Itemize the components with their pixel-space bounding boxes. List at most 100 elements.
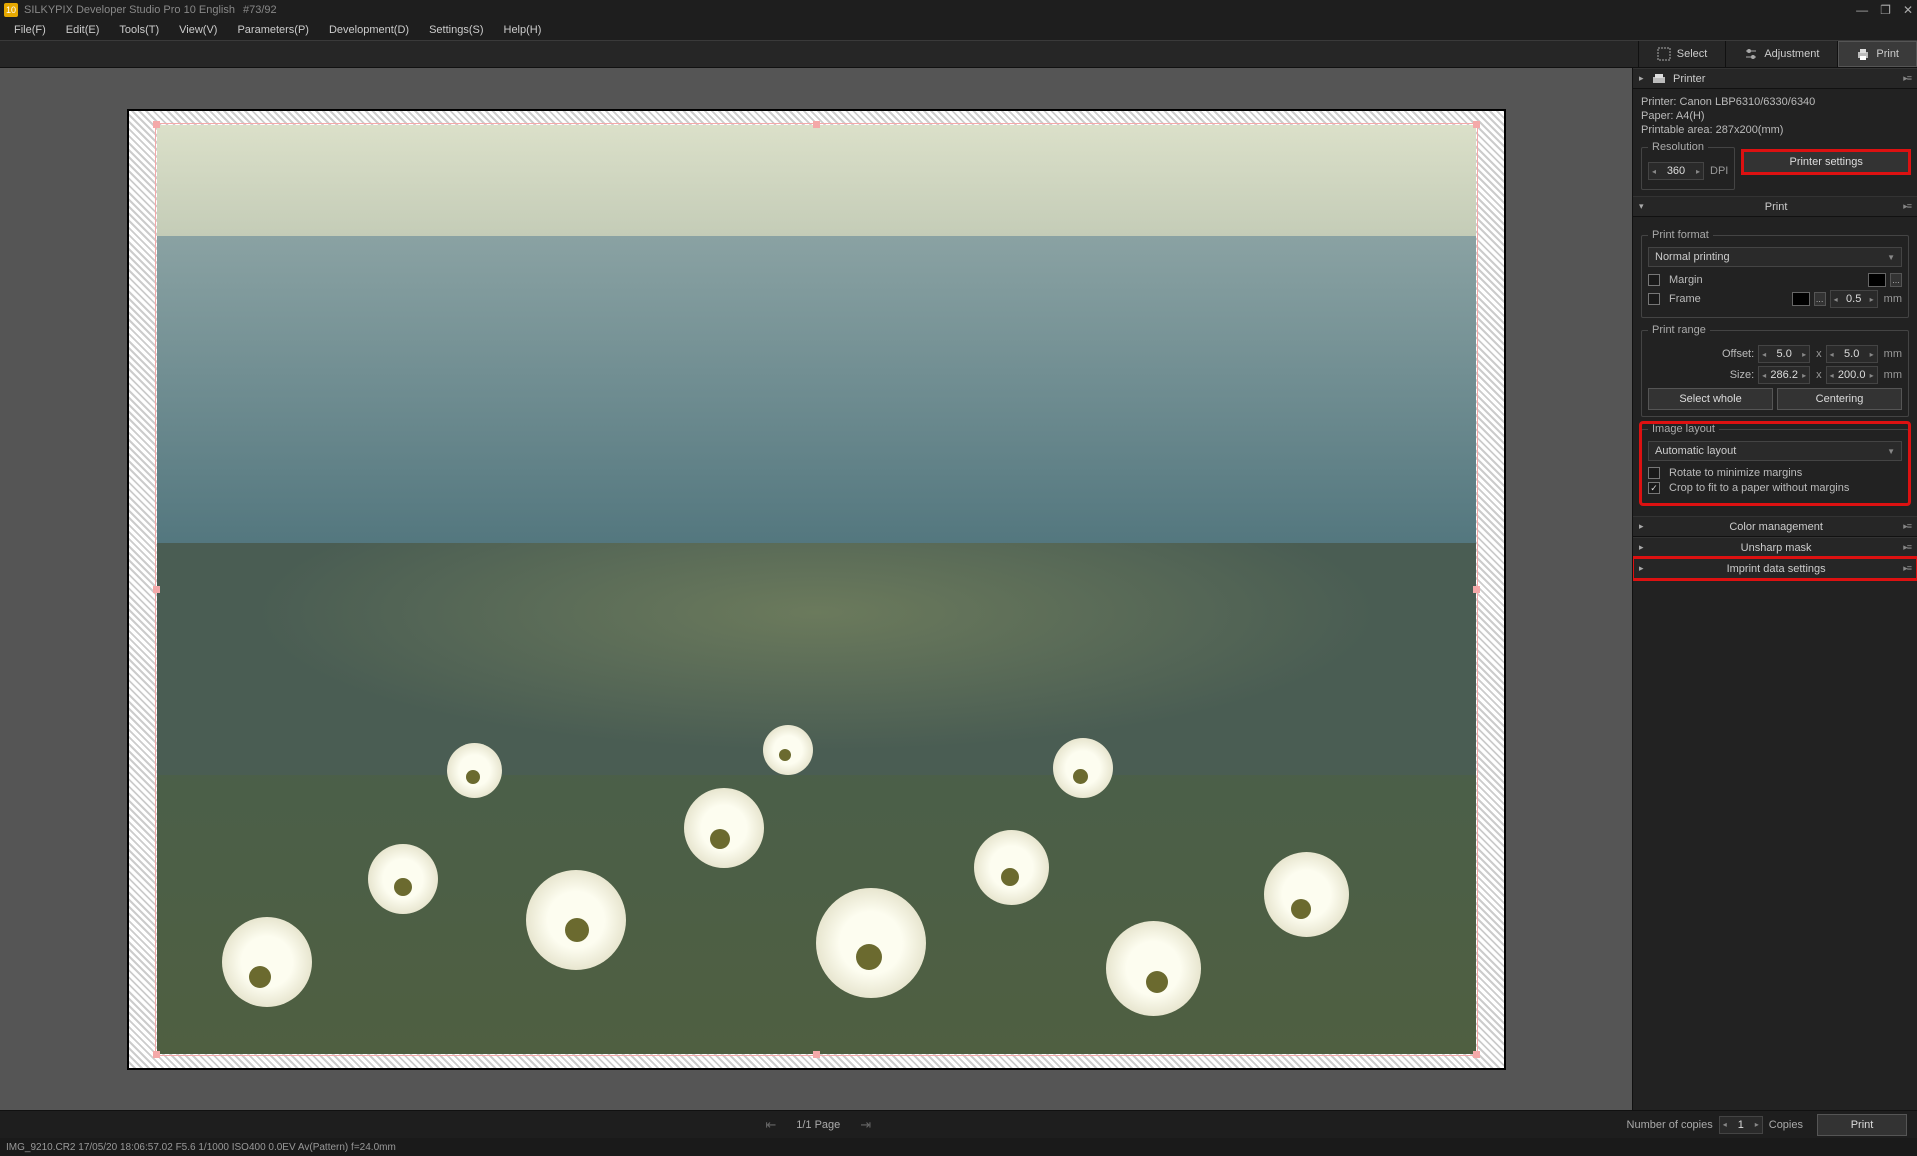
menu-development[interactable]: Development(D) <box>319 22 419 38</box>
offset-x-value[interactable]: 5.0 <box>1769 348 1799 360</box>
offset-unit: mm <box>1884 348 1902 360</box>
printer-paper: Paper: A4(H) <box>1641 109 1909 123</box>
section-imprint-label: Imprint data settings <box>1649 563 1903 575</box>
size-w-spinner[interactable]: ◂286.2▸ <box>1758 366 1810 384</box>
section-menu-icon[interactable]: ▸≡ <box>1903 542 1911 553</box>
section-menu-icon[interactable]: ▸≡ <box>1903 521 1911 532</box>
resolution-spinner[interactable]: ◂ 360 ▸ <box>1648 162 1704 180</box>
spinner-down-icon[interactable]: ◂ <box>1759 350 1769 359</box>
rotate-checkbox[interactable] <box>1648 467 1660 479</box>
window-minimize-icon[interactable]: — <box>1856 3 1868 17</box>
spinner-down-icon[interactable]: ◂ <box>1827 350 1837 359</box>
tab-print[interactable]: Print <box>1837 41 1917 67</box>
printer-icon <box>1856 47 1870 61</box>
print-button-label: Print <box>1851 1119 1874 1131</box>
chevron-down-icon: ▼ <box>1887 447 1895 456</box>
print-button[interactable]: Print <box>1817 1114 1907 1136</box>
menu-file[interactable]: File(F) <box>4 22 56 38</box>
pager-bar: ⇤ 1/1 Page ⇥ Number of copies ◂ 1 ▸ Copi… <box>0 1110 1917 1138</box>
prev-page-icon[interactable]: ⇤ <box>765 1117 776 1133</box>
rotate-label: Rotate to minimize margins <box>1669 467 1802 479</box>
print-preview-area[interactable] <box>0 68 1632 1110</box>
sliders-icon <box>1744 47 1758 61</box>
centering-button[interactable]: Centering <box>1777 388 1902 410</box>
section-printer-label: Printer <box>1673 73 1903 85</box>
menu-parameters[interactable]: Parameters(P) <box>227 22 319 38</box>
spinner-down-icon[interactable]: ◂ <box>1720 1120 1730 1129</box>
size-w-value[interactable]: 286.2 <box>1769 369 1799 381</box>
spinner-up-icon[interactable]: ▸ <box>1867 371 1877 380</box>
section-menu-icon[interactable]: ▸≡ <box>1903 73 1911 84</box>
offset-dim-x: x <box>1816 348 1822 360</box>
spinner-down-icon[interactable]: ◂ <box>1759 371 1769 380</box>
menu-view[interactable]: View(V) <box>169 22 227 38</box>
frame-unit: mm <box>1884 293 1902 305</box>
section-printer-header[interactable]: ▸ Printer ▸≡ <box>1633 68 1917 89</box>
offset-y-spinner[interactable]: ◂5.0▸ <box>1826 345 1878 363</box>
tab-adjustment[interactable]: Adjustment <box>1725 41 1837 67</box>
spinner-up-icon[interactable]: ▸ <box>1867 350 1877 359</box>
spinner-up-icon[interactable]: ▸ <box>1867 295 1877 304</box>
crop-checkbox[interactable] <box>1648 482 1660 494</box>
spinner-down-icon[interactable]: ◂ <box>1827 371 1837 380</box>
spinner-up-icon[interactable]: ▸ <box>1693 167 1703 176</box>
status-bar: IMG_9210.CR2 17/05/20 18:06:57.02 F5.6 1… <box>0 1138 1917 1156</box>
menu-help[interactable]: Help(H) <box>494 22 552 38</box>
spinner-down-icon[interactable]: ◂ <box>1649 167 1659 176</box>
section-print-header[interactable]: ▾ Print ▸≡ <box>1633 196 1917 217</box>
section-imprint-header[interactable]: ▸ Imprint data settings ▸≡ <box>1633 558 1917 579</box>
frame-width-value[interactable]: 0.5 <box>1841 293 1867 305</box>
resolution-value[interactable]: 360 <box>1659 165 1693 177</box>
size-dim-x: x <box>1816 369 1822 381</box>
tab-adjustment-label: Adjustment <box>1764 48 1819 60</box>
section-print-label: Print <box>1649 201 1903 213</box>
menu-settings[interactable]: Settings(S) <box>419 22 493 38</box>
section-menu-icon[interactable]: ▸≡ <box>1903 201 1911 212</box>
frame-color-picker-button[interactable]: … <box>1814 292 1826 306</box>
window-restore-icon[interactable]: ❐ <box>1880 3 1891 17</box>
section-unsharp-mask-header[interactable]: ▸ Unsharp mask ▸≡ <box>1633 537 1917 558</box>
offset-y-value[interactable]: 5.0 <box>1837 348 1867 360</box>
section-printer-body: Printer: Canon LBP6310/6330/6340 Paper: … <box>1633 89 1917 196</box>
printer-settings-button[interactable]: Printer settings <box>1743 151 1909 173</box>
side-panel: ▸ Printer ▸≡ Printer: Canon LBP6310/6330… <box>1632 68 1917 1110</box>
spinner-up-icon[interactable]: ▸ <box>1799 350 1809 359</box>
menu-edit[interactable]: Edit(E) <box>56 22 110 38</box>
section-unsharp-mask-label: Unsharp mask <box>1649 542 1903 554</box>
menu-tools[interactable]: Tools(T) <box>109 22 169 38</box>
size-h-value[interactable]: 200.0 <box>1837 369 1867 381</box>
window-close-icon[interactable]: ✕ <box>1903 3 1913 17</box>
status-text: IMG_9210.CR2 17/05/20 18:06:57.02 F5.6 1… <box>6 1142 396 1153</box>
offset-x-spinner[interactable]: ◂5.0▸ <box>1758 345 1810 363</box>
frame-checkbox[interactable] <box>1648 293 1660 305</box>
tab-select[interactable]: Select <box>1638 41 1726 67</box>
image-layout-value: Automatic layout <box>1655 445 1736 457</box>
margin-color-swatch[interactable] <box>1868 273 1886 287</box>
next-page-icon[interactable]: ⇥ <box>860 1117 871 1133</box>
copies-label: Number of copies <box>1627 1119 1713 1131</box>
select-whole-button[interactable]: Select whole <box>1648 388 1773 410</box>
print-range-legend: Print range <box>1648 324 1710 336</box>
paper-preview[interactable] <box>129 111 1504 1068</box>
titlebar: 10 SILKYPIX Developer Studio Pro 10 Engl… <box>0 0 1917 20</box>
section-color-management-header[interactable]: ▸ Color management ▸≡ <box>1633 516 1917 537</box>
size-h-spinner[interactable]: ◂200.0▸ <box>1826 366 1878 384</box>
frame-label: Frame <box>1669 293 1788 305</box>
margin-color-picker-button[interactable]: … <box>1890 273 1902 287</box>
image-index: #73/92 <box>243 4 277 16</box>
section-menu-icon[interactable]: ▸≡ <box>1903 563 1911 574</box>
chevron-right-icon: ▸ <box>1639 73 1649 84</box>
image-layout-dropdown[interactable]: Automatic layout ▼ <box>1648 441 1902 461</box>
tab-select-label: Select <box>1677 48 1708 60</box>
spinner-up-icon[interactable]: ▸ <box>1752 1120 1762 1129</box>
tab-print-label: Print <box>1876 48 1899 60</box>
spinner-up-icon[interactable]: ▸ <box>1799 371 1809 380</box>
print-format-dropdown[interactable]: Normal printing ▼ <box>1648 247 1902 267</box>
copies-value[interactable]: 1 <box>1730 1119 1752 1131</box>
frame-color-swatch[interactable] <box>1792 292 1810 306</box>
copies-spinner[interactable]: ◂ 1 ▸ <box>1719 1116 1763 1134</box>
print-format-legend: Print format <box>1648 229 1713 241</box>
frame-width-spinner[interactable]: ◂ 0.5 ▸ <box>1830 290 1878 308</box>
margin-checkbox[interactable] <box>1648 274 1660 286</box>
spinner-down-icon[interactable]: ◂ <box>1831 295 1841 304</box>
